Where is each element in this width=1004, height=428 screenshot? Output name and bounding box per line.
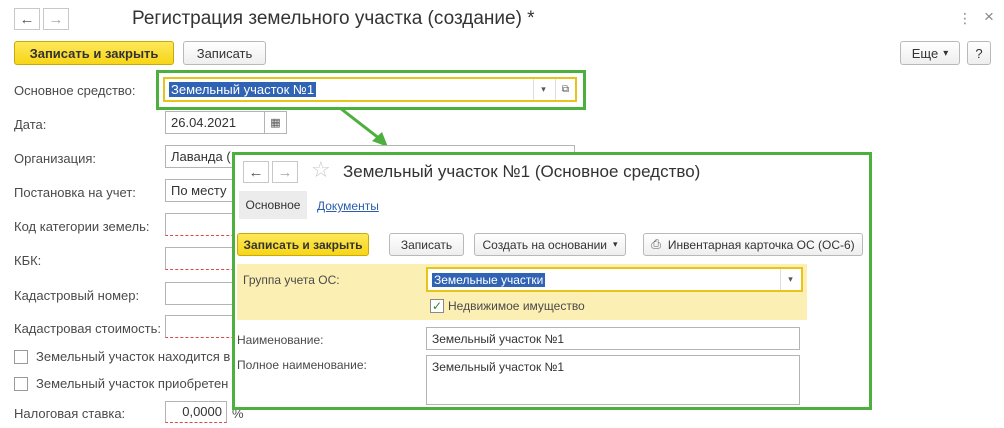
more-label: Еще: [911, 45, 939, 61]
overlay-save-close-button[interactable]: Записать и закрыть: [237, 233, 369, 256]
star-icon[interactable]: ☆: [311, 157, 331, 183]
more-icon[interactable]: ⋮: [958, 10, 972, 27]
cadastral-number-label: Кадастровый номер:: [14, 288, 140, 303]
land-acquired-label: Земельный участок приобретен: [36, 376, 229, 391]
chevron-down-icon: ▾: [612, 239, 618, 249]
chevron-down-icon: ▾: [943, 47, 949, 59]
tax-rate-label: Налоговая ставка:: [14, 406, 126, 421]
calendar-icon[interactable]: ▦: [265, 111, 287, 134]
kbk-label: КБК:: [14, 253, 42, 268]
real-estate-checkbox[interactable]: ✓: [430, 299, 444, 313]
fixed-asset-field[interactable]: Земельный участок №1: [163, 77, 577, 102]
name-label: Наименование:: [237, 333, 324, 347]
fixed-asset-label: Основное средство:: [14, 83, 136, 98]
name-field[interactable]: Земельный участок №1: [426, 327, 800, 350]
save-button[interactable]: Записать: [183, 41, 266, 65]
overlay-forward-button[interactable]: →: [272, 161, 298, 183]
help-button[interactable]: ?: [967, 41, 991, 65]
dropdown-arrow-icon[interactable]: ▾: [533, 79, 553, 100]
overlay-back-button[interactable]: ←: [243, 161, 269, 183]
group-field[interactable]: Земельные участки: [426, 267, 803, 292]
printer-icon: ⎙: [651, 237, 661, 251]
cadastral-value-label: Кадастровая стоимость:: [14, 321, 161, 336]
overlay-save-button[interactable]: Записать: [389, 233, 464, 256]
arrow-left-icon: ←: [19, 10, 35, 28]
registration-label: Постановка на учет:: [14, 185, 136, 200]
inventory-card-label: Инвентарная карточка ОС (ОС-6): [667, 237, 855, 252]
real-estate-label: Недвижимое имущество: [448, 299, 585, 313]
group-label: Группа учета ОС:: [243, 273, 340, 287]
create-based-button[interactable]: Создать на основании ▾: [474, 233, 626, 256]
overlay-title: Земельный участок №1 (Основное средство): [343, 162, 701, 181]
date-field[interactable]: 26.04.2021: [165, 111, 265, 134]
tax-rate-field[interactable]: 0,0000: [165, 401, 227, 423]
full-name-field[interactable]: Земельный участок №1: [426, 355, 800, 405]
close-icon[interactable]: ×: [984, 7, 994, 27]
land-location-checkbox[interactable]: [14, 350, 28, 364]
more-button[interactable]: Еще ▾: [900, 41, 960, 65]
inventory-card-button[interactable]: ⎙ Инвентарная карточка ОС (ОС-6): [643, 233, 863, 256]
full-name-label: Полное наименование:: [237, 358, 367, 372]
tab-main[interactable]: Основное: [239, 191, 307, 219]
land-location-label: Земельный участок находится в: [36, 349, 231, 364]
create-based-label: Создать на основании: [482, 237, 607, 252]
group-value: Земельные участки: [432, 273, 546, 287]
page-title: Регистрация земельного участка (создание…: [132, 8, 535, 29]
dropdown-arrow-icon[interactable]: ▾: [780, 269, 800, 290]
save-and-close-button[interactable]: Записать и закрыть: [14, 41, 174, 65]
open-icon[interactable]: ⧉: [555, 79, 575, 100]
date-label: Дата:: [14, 117, 47, 132]
organization-label: Организация:: [14, 151, 97, 166]
fixed-asset-value: Земельный участок №1: [169, 82, 317, 97]
tab-documents[interactable]: Документы: [317, 199, 379, 213]
land-acquired-checkbox[interactable]: [14, 377, 28, 391]
arrow-left-icon: ←: [248, 163, 264, 181]
forward-button[interactable]: →: [43, 8, 69, 30]
arrow-right-icon: →: [48, 10, 64, 28]
fixed-asset-window: ← → ☆ Земельный участок №1 (Основное сре…: [232, 152, 872, 410]
arrow-right-icon: →: [277, 163, 293, 181]
back-button[interactable]: ←: [14, 8, 40, 30]
land-category-label: Код категории земель:: [14, 219, 150, 234]
